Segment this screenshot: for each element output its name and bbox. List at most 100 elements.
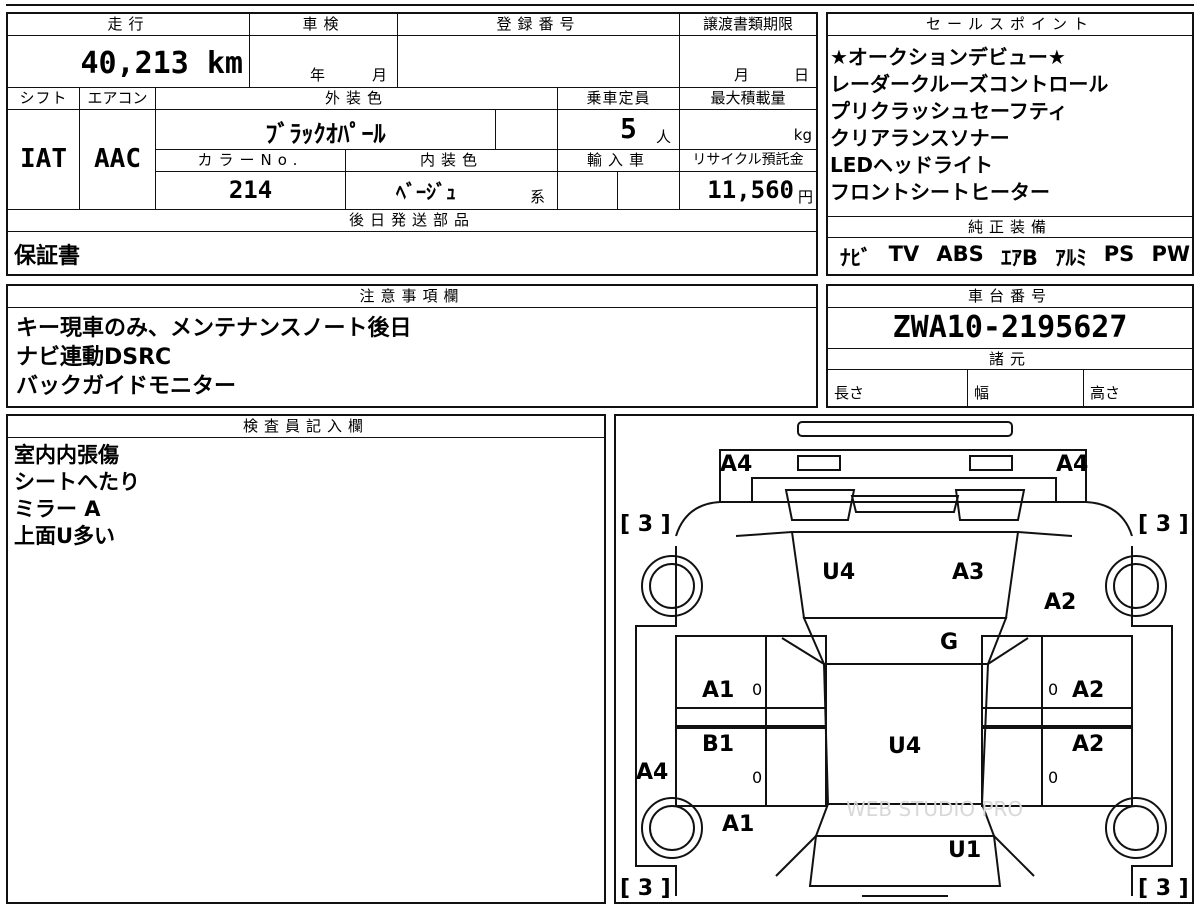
inspector-line: 上面U多い — [14, 524, 116, 548]
note-line: ナビ連動DSRC — [16, 345, 172, 370]
inspection-value: 年 月 — [250, 36, 398, 88]
pillar-line — [775, 835, 817, 877]
transfer-day-label: 日 — [794, 66, 810, 84]
height-label: 高さ — [1090, 384, 1121, 402]
exterior-color-value: ﾌﾞﾗｯｸｵﾊﾟｰﾙ — [156, 110, 496, 150]
transfer-deadline-value: 月 日 — [680, 36, 816, 88]
equipment-alloy: ｱﾙﾐ — [1055, 246, 1087, 270]
chassis-block: 車台番号 ZWA10-2195627 諸元 長さ 幅 高さ — [826, 284, 1194, 408]
pillar-line — [993, 835, 1035, 877]
mark-rear-door-left-num: 0 — [752, 768, 763, 787]
max-load-value-cell: kg — [680, 110, 816, 150]
sales-points-list: ★オークションデビュー★ レーダークルーズコントロール プリクラッシュセーフティ… — [830, 44, 1190, 206]
mark-tire-rr: [ 3 ] — [1138, 876, 1189, 901]
capacity-value-cell: 5 人 — [558, 110, 680, 150]
sales-points-header: セールスポイント — [828, 14, 1192, 36]
mark-windshield: G — [940, 630, 959, 655]
mark-front-door-left-num: 0 — [752, 680, 763, 699]
interior-color-header: 内装色 — [346, 150, 558, 172]
tire-fr-inner — [1113, 563, 1159, 609]
mark-tire-fl: [ 3 ] — [620, 512, 671, 537]
inspector-line: シートへたり — [14, 470, 140, 494]
mark-rear-door-right: A2 — [1072, 732, 1105, 757]
width-cell: 幅 — [968, 370, 1084, 406]
chassis-number: ZWA10-2195627 — [892, 310, 1128, 345]
exterior-color-header: 外装色 — [156, 88, 558, 110]
note-line: バックガイドモニター — [16, 374, 237, 399]
interior-color-value: ﾍﾞｰｼﾞｭ — [396, 180, 456, 204]
recycle-value: 11,560 — [707, 176, 794, 204]
inspector-list: 室内内張傷 シートへたり ミラー A 上面U多い — [14, 442, 140, 550]
registration-header: 登録番号 — [398, 14, 680, 36]
mileage-value: 40,213 km — [8, 36, 250, 88]
mark-front-left: A4 — [720, 452, 753, 477]
sales-point-item: フロントシートヒーター — [830, 180, 1050, 204]
width-label: 幅 — [974, 384, 990, 402]
chassis-header: 車台番号 — [828, 286, 1192, 308]
length-cell: 長さ — [828, 370, 968, 406]
grille-center-shape — [850, 495, 960, 513]
later-parts-header: 後日発送部品 — [8, 210, 816, 232]
capacity-header: 乗車定員 — [558, 88, 680, 110]
mark-front-door-left: A1 — [702, 678, 735, 703]
tire-rr-inner — [1113, 805, 1159, 851]
mark-rear-door-right-num: 0 — [1048, 768, 1059, 787]
front-grille-shape — [797, 421, 1013, 437]
mark-quarter-left: A1 — [722, 812, 755, 837]
inspection-month-label: 月 — [372, 66, 388, 84]
note-line: キー現車のみ、メンテナンスノート後日 — [16, 316, 412, 341]
sales-point-item: クリアランスソナー — [830, 126, 1010, 150]
left-front-door-shape — [675, 635, 827, 727]
aircon-value: AAC — [80, 110, 156, 210]
registration-value — [398, 36, 680, 88]
capacity-value: 5 — [620, 112, 637, 145]
pillar-line — [1017, 531, 1073, 537]
mark-hood-right: A3 — [952, 560, 985, 585]
pillar-line — [735, 531, 793, 537]
watermark: WEB STUDIO PRO — [846, 797, 1023, 821]
mark-hood-left: U4 — [822, 560, 856, 585]
genuine-equipment-header: 純正装備 — [828, 216, 1192, 238]
left-rear-door-shape — [675, 725, 827, 807]
length-label: 長さ — [834, 384, 865, 402]
specs-header: 諸元 — [828, 348, 1192, 370]
sales-point-item: LEDヘッドライト — [830, 153, 994, 177]
aircon-header: エアコン — [80, 88, 156, 110]
recycle-unit: 円 — [797, 188, 813, 206]
mark-front-door-right-num: 0 — [1048, 680, 1059, 699]
color-no-header: カラーNo. — [156, 150, 346, 172]
mileage-header: 走行 — [8, 14, 250, 36]
shift-value: IAT — [8, 110, 80, 210]
sales-points-block: セールスポイント ★オークションデビュー★ レーダークルーズコントロール プリク… — [826, 12, 1194, 276]
shift-header: シフト — [8, 88, 80, 110]
grille-inner-shape — [784, 489, 856, 521]
inspection-year-label: 年 — [310, 66, 326, 84]
color-no-value: 214 — [156, 172, 346, 210]
car-diagram: WEB STUDIO PRO — [635, 421, 1173, 897]
inspector-line: ミラー A — [14, 497, 101, 521]
capacity-unit: 人 — [656, 128, 672, 146]
notes-header: 注意事項欄 — [8, 286, 816, 308]
windshield-shape — [802, 617, 1008, 665]
inspector-line: 室内内張傷 — [14, 443, 119, 467]
inspection-header: 車検 — [250, 14, 398, 36]
right-rear-door-shape — [981, 725, 1133, 807]
inspector-header: 検査員記入欄 — [8, 416, 604, 438]
genuine-equipment-list: ﾅﾋﾞ TV ABS ｴｱB ｱﾙﾐ PS PW — [840, 242, 1190, 272]
equipment-ps: PS — [1103, 242, 1135, 266]
tire-fl-inner — [649, 563, 695, 609]
notes-block: 注意事項欄 キー現車のみ、メンテナンスノート後日 ナビ連動DSRC バックガイド… — [6, 284, 818, 408]
interior-color-value-cell: ﾍﾞｰｼﾞｭ 系 — [346, 172, 558, 210]
interior-color-suffix: 系 — [530, 188, 546, 206]
equipment-tv: TV — [888, 242, 920, 266]
import-header: 輸入車 — [558, 150, 680, 172]
mark-fender-right: A2 — [1044, 590, 1077, 615]
sales-point-item: レーダークルーズコントロール — [830, 72, 1109, 96]
recycle-header: リサイクル預託金 — [680, 150, 816, 172]
front-bumper-shape — [719, 449, 1087, 503]
body-outline-front — [675, 501, 1133, 537]
mark-tire-rl: [ 3 ] — [620, 876, 671, 901]
sales-point-item: ★オークションデビュー★ — [830, 45, 1066, 69]
tire-rl-inner — [649, 805, 695, 851]
grille-inner-shape — [954, 489, 1026, 521]
